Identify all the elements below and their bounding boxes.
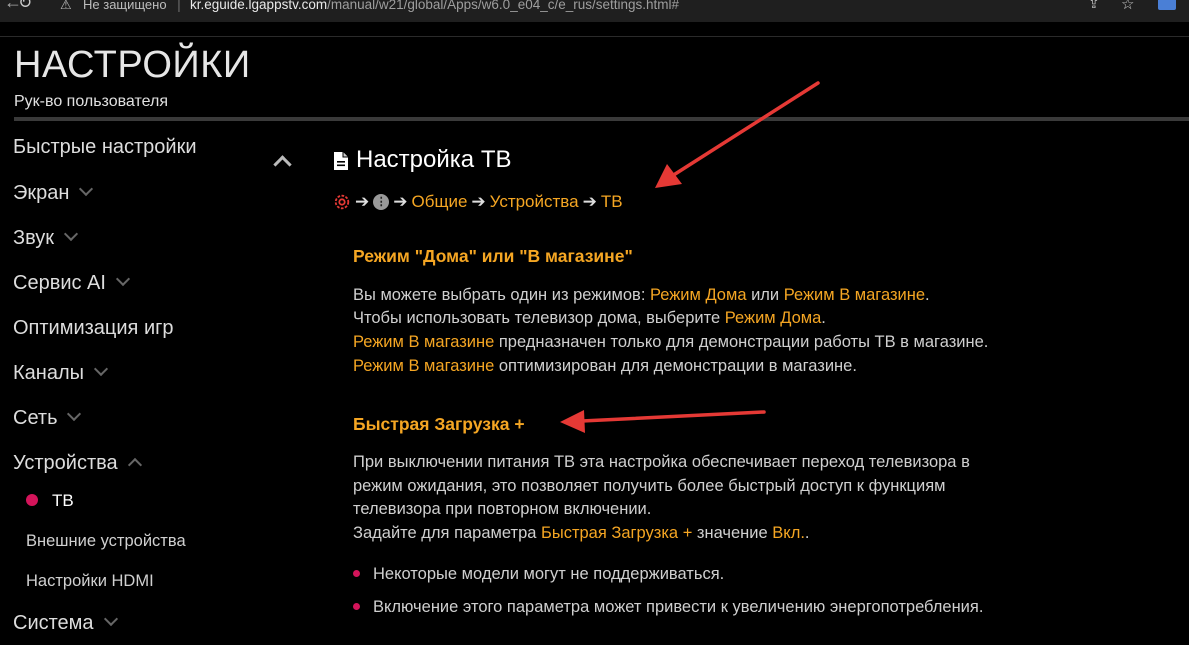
arrow-right-icon: ➔ xyxy=(582,192,597,211)
highlight-store-mode: Режим В магазине xyxy=(353,333,495,351)
sidebar-item-label: Оптимизация игр xyxy=(13,317,174,339)
sidebar-item-sound[interactable]: Звук xyxy=(13,226,79,250)
reload-icon[interactable]: ↻ xyxy=(18,0,32,13)
chevron-down-icon xyxy=(79,181,94,197)
breadcrumb-general[interactable]: Общие xyxy=(412,192,468,212)
sidebar-item-label: Сеть xyxy=(13,407,58,429)
paragraph-line: При выключении питания ТВ эта настройка … xyxy=(353,453,970,471)
sidebar-item-label: Система xyxy=(13,612,94,634)
sidebar-item-network[interactable]: Сеть xyxy=(13,406,82,430)
document-icon xyxy=(334,152,348,170)
chevron-up-icon xyxy=(273,155,292,174)
sidebar-item-label: Каналы xyxy=(13,362,84,384)
page-title: НАСТРОЙКИ xyxy=(14,44,251,86)
chevron-down-icon xyxy=(93,361,109,377)
list-item-text: Включение этого параметра может привести… xyxy=(373,598,984,616)
text: . xyxy=(925,286,930,304)
breadcrumb: ➔ ⋮ ➔ Общие ➔ Устройства ➔ ТВ xyxy=(333,192,623,212)
chevron-down-icon xyxy=(103,611,118,627)
main-title: Настройка ТВ xyxy=(356,146,512,173)
breadcrumb-tv[interactable]: ТВ xyxy=(601,192,623,212)
info-icon: ⋮ xyxy=(373,194,390,210)
paragraph-line: Режим В магазине предназначен только для… xyxy=(353,331,988,355)
annotation-arrow-icon xyxy=(655,81,820,188)
text: Вы можете выбрать один из режимов: xyxy=(353,286,650,304)
chevron-down-icon xyxy=(115,271,131,287)
sidebar-item-devices[interactable]: Устройства xyxy=(13,452,142,475)
text: Чтобы использовать телевизор дома, выбер… xyxy=(353,309,725,327)
paragraph-line: Вы можете выбрать один из режимов: Режим… xyxy=(353,284,930,308)
page-subtitle: Рук-во пользователя xyxy=(14,93,168,110)
collapse-sidebar-button[interactable] xyxy=(272,152,294,174)
arrow-right-icon: ➔ xyxy=(355,192,370,211)
highlight-on: Вкл. xyxy=(772,524,805,542)
chevron-up-icon xyxy=(127,457,142,473)
sidebar-subitem-external-devices[interactable]: Внешние устройства xyxy=(26,532,186,551)
active-item-dot xyxy=(26,494,38,506)
section-title-home-store-mode: Режим "Дома" или "В магазине" xyxy=(353,246,633,266)
sidebar-item-quick-settings[interactable]: Быстрые настройки xyxy=(13,136,197,159)
address-bar[interactable]: kr.eguide.lgappstv.com/manual/w21/global… xyxy=(190,0,679,12)
security-label[interactable]: Не защищено xyxy=(83,0,167,12)
annotation-arrow-icon xyxy=(560,410,766,433)
arrow-right-icon: ➔ xyxy=(471,192,486,211)
sidebar-item-label: Экран xyxy=(13,182,70,204)
text: значение xyxy=(692,524,773,542)
sidebar-item-system[interactable]: Система xyxy=(13,611,118,635)
bullet-dot xyxy=(353,603,360,610)
highlight-home-mode: Режим Дома xyxy=(649,286,747,304)
section-title-quick-start: Быстрая Загрузка + xyxy=(353,414,525,434)
url-host: kr.eguide.lgappstv.com xyxy=(190,0,328,12)
browser-toolbar: ← ↻ ⚠ Не защищено | kr.eguide.lgappstv.c… xyxy=(0,0,1189,22)
sidebar-item-game-optimizer[interactable]: Оптимизация игр xyxy=(13,317,174,340)
list-item-text: Некоторые модели могут не поддерживаться… xyxy=(373,565,725,583)
sidebar-item-channels[interactable]: Каналы xyxy=(13,361,109,385)
sidebar-subitem-tv[interactable]: ТВ xyxy=(52,491,74,511)
sidebar-item-ai-service[interactable]: Сервис AI xyxy=(13,271,131,295)
highlight-store-mode: Режим В магазине xyxy=(783,286,926,304)
list-item: Некоторые модели могут не поддерживаться… xyxy=(353,565,724,584)
translate-extension-icon[interactable] xyxy=(1158,0,1176,10)
sidebar-item-label: Звук xyxy=(13,227,55,249)
sidebar-item-label: Устройства xyxy=(13,452,118,474)
paragraph-line: режим ожидания, это позволяет получить б… xyxy=(353,477,946,495)
chevron-down-icon xyxy=(63,226,79,242)
sidebar-item-label: Быстрые настройки xyxy=(13,136,197,158)
paragraph-line: Задайте для параметра Быстрая Загрузка +… xyxy=(353,522,810,546)
url-path: /manual/w21/global/Apps/w6.0_e04_c/e_rus… xyxy=(327,0,680,12)
warning-icon[interactable]: ⚠ xyxy=(60,0,72,13)
text: предназначен только для демонстрации раб… xyxy=(494,333,989,351)
sidebar-subitem-hdmi-settings[interactable]: Настройки HDMI xyxy=(26,572,154,591)
list-item: Включение этого параметра может привести… xyxy=(353,598,983,617)
arrow-right-icon: ➔ xyxy=(393,192,408,211)
highlight-home-mode: Режим Дома xyxy=(724,309,822,327)
paragraph-line: Чтобы использовать телевизор дома, выбер… xyxy=(353,307,826,331)
sidebar-item-label: Сервис AI xyxy=(13,272,106,294)
share-icon[interactable]: ⇪ xyxy=(1088,0,1100,12)
paragraph-line: телевизора при повторном включении. xyxy=(353,500,652,518)
bookmark-star-icon[interactable]: ☆ xyxy=(1121,0,1134,13)
chevron-down-icon xyxy=(67,406,82,422)
text: Задайте для параметра xyxy=(353,524,542,542)
highlight-quick-start: Быстрая Загрузка + xyxy=(541,524,693,542)
sidebar-item-screen[interactable]: Экран xyxy=(13,181,94,205)
text: оптимизирован для демонстрации в магазин… xyxy=(494,357,857,375)
text: . xyxy=(804,524,810,542)
paragraph-line: Режим В магазине оптимизирован для демон… xyxy=(353,355,857,379)
bullet-dot xyxy=(353,570,360,577)
text: . xyxy=(821,309,826,327)
header-divider xyxy=(14,117,1189,121)
gear-icon xyxy=(334,194,350,210)
highlight-store-mode: Режим В магазине xyxy=(353,357,495,375)
breadcrumb-devices[interactable]: Устройства xyxy=(490,192,579,212)
url-separator: | xyxy=(177,0,181,13)
divider xyxy=(0,36,1189,37)
text: или xyxy=(746,286,784,304)
